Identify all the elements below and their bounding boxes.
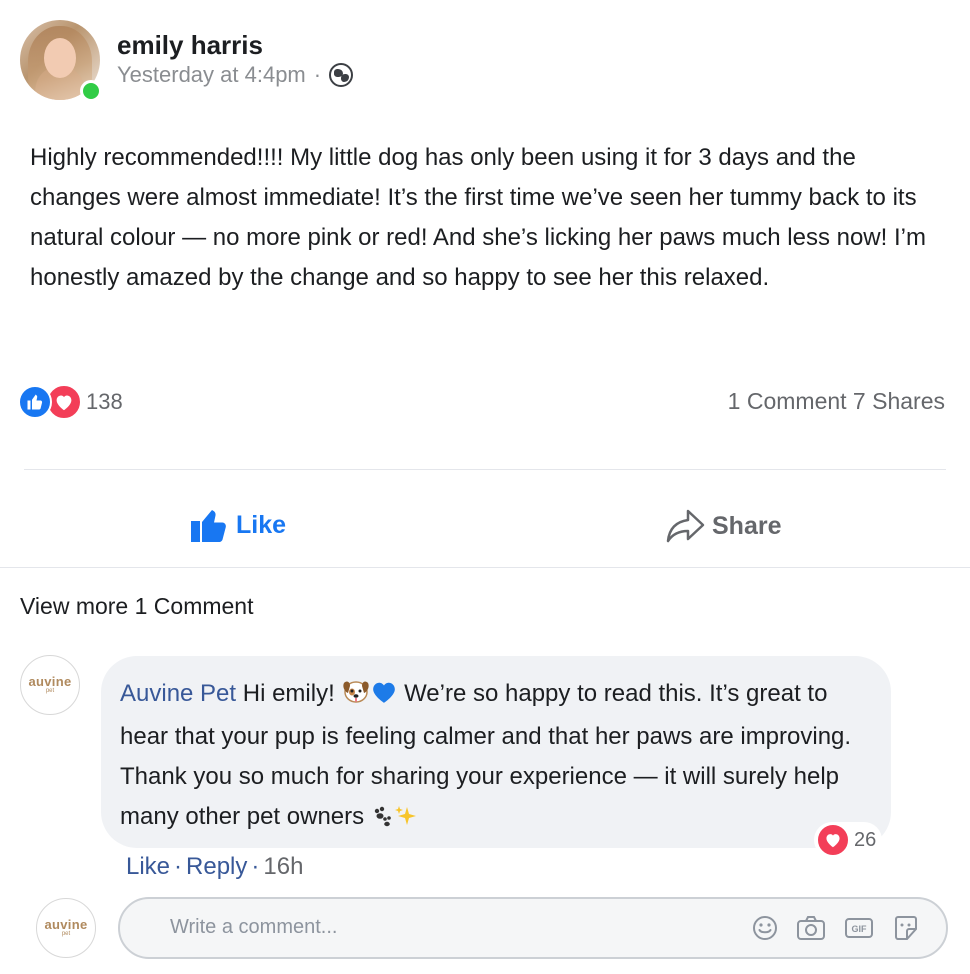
sparkles-emoji-icon	[394, 800, 417, 840]
reaction-count: 138	[86, 389, 123, 414]
divider	[0, 567, 970, 568]
svg-text:GIF: GIF	[852, 924, 868, 934]
comment-action-separator: ·	[174, 853, 183, 880]
share-button-label: Share	[712, 511, 782, 540]
reactions-summary[interactable]: 138	[18, 384, 123, 420]
commenter-avatar[interactable]: auvine pet	[20, 655, 80, 715]
dog-face-emoji-icon	[341, 677, 371, 717]
comment-author[interactable]: Auvine Pet	[120, 680, 236, 707]
sticker-icon[interactable]	[892, 914, 920, 942]
brand-logo-text: auvine	[28, 674, 72, 689]
camera-icon[interactable]	[796, 915, 826, 941]
thumbs-up-icon	[191, 510, 226, 542]
comment-text: Auvine Pet Hi emily! We’re so happy to r…	[120, 674, 880, 840]
comment-reactions[interactable]: 26	[814, 822, 883, 858]
like-button[interactable]: Like	[190, 508, 286, 542]
brand-logo-text: auvine	[44, 917, 88, 932]
like-reaction-icon	[18, 385, 52, 419]
globe-icon[interactable]	[329, 63, 354, 87]
brand-logo-subtext: pet	[45, 688, 55, 694]
comment-input[interactable]: Write a comment... GIF	[118, 897, 948, 959]
post-meta: Yesterday at 4:4pm ·	[117, 62, 354, 88]
view-more-comments-link[interactable]: View more 1 Comment	[20, 593, 254, 620]
comment-text-part1: Hi emily!	[242, 680, 342, 707]
comment-reaction-count: 26	[854, 828, 877, 851]
like-button-label: Like	[236, 510, 287, 539]
comment-action-separator: ·	[251, 853, 260, 880]
comment-like-link[interactable]: Like	[126, 853, 170, 881]
meta-separator: ·	[313, 62, 322, 87]
comment-time[interactable]: 16h	[263, 853, 303, 881]
comment-input-placeholder: Write a comment...	[170, 916, 338, 938]
divider	[24, 469, 946, 470]
comment-actions: Like · Reply · 16h	[126, 853, 303, 881]
author-name[interactable]: emily harris	[117, 30, 263, 61]
blue-heart-emoji-icon	[371, 677, 397, 717]
post-header: emily harris Yesterday at 4:4pm ·	[20, 20, 950, 102]
post-timestamp[interactable]: Yesterday at 4:4pm	[117, 62, 306, 88]
paw-prints-emoji-icon	[371, 800, 395, 840]
composer-avatar[interactable]: auvine pet	[36, 898, 96, 958]
love-reaction-icon	[816, 823, 850, 857]
share-button[interactable]: Share	[666, 508, 781, 544]
post-body-text: Highly recommended!!!! My little dog has…	[30, 144, 926, 291]
share-arrow-icon	[666, 509, 705, 543]
emoji-icon[interactable]	[752, 915, 778, 941]
comment-share-counts[interactable]: 1 Comment 7 Shares	[728, 388, 945, 415]
gif-icon[interactable]: GIF	[844, 916, 874, 940]
online-status-dot	[80, 80, 102, 102]
composer-icons: GIF	[734, 914, 920, 942]
brand-logo-subtext: pet	[61, 931, 71, 937]
comment-reply-link[interactable]: Reply	[186, 853, 247, 881]
